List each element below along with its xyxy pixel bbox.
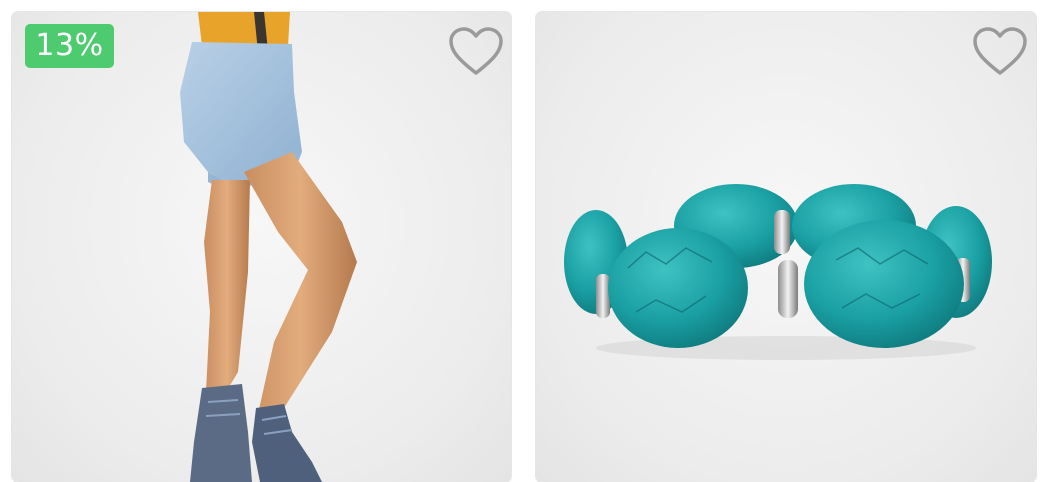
discount-badge: 13%	[25, 24, 114, 68]
heart-outline-icon[interactable]	[448, 27, 504, 77]
product-image-turquoise-bracelet[interactable]	[536, 12, 1036, 482]
product-image-denim-shorts[interactable]	[12, 12, 511, 482]
product-card-denim-shorts[interactable]: 13%	[12, 12, 511, 482]
heart-outline-icon[interactable]	[972, 27, 1028, 77]
product-card-turquoise-bracelet[interactable]	[536, 12, 1036, 482]
